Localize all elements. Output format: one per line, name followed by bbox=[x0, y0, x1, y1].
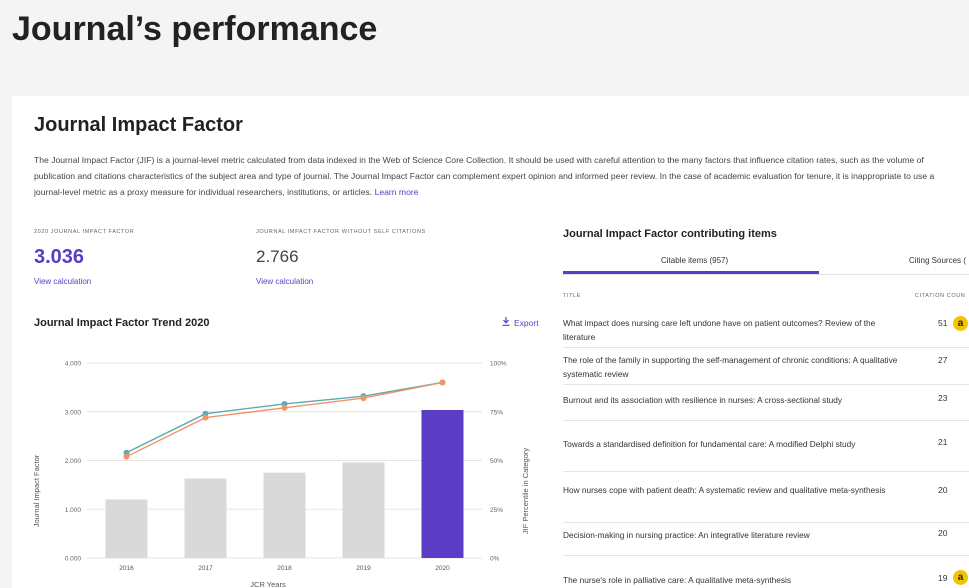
series-point-2 bbox=[281, 404, 288, 411]
page-title: Journal’s performance bbox=[12, 10, 378, 48]
x-tick-label: 2016 bbox=[119, 565, 134, 572]
active-tab-indicator bbox=[563, 271, 819, 274]
export-label: Export bbox=[514, 317, 539, 328]
row-count: 20 bbox=[938, 485, 948, 495]
table-row[interactable]: Burnout and its association with resilie… bbox=[563, 385, 969, 421]
series-line-1 bbox=[126, 381, 443, 454]
bar-2016 bbox=[105, 499, 148, 558]
jif-no-self-label: Journal Impact Factor without self citat… bbox=[256, 229, 426, 235]
table-row[interactable]: Towards a standardised definition for fu… bbox=[563, 421, 969, 472]
export-button[interactable]: Export bbox=[502, 317, 539, 328]
col-header-title: Title bbox=[563, 293, 581, 299]
contrib-tabs: Citable items (957) Citing Sources ( bbox=[563, 250, 969, 275]
col-header-citation-count: Citation coun bbox=[915, 293, 966, 299]
row-count: 23 bbox=[938, 393, 948, 403]
series-point-2 bbox=[360, 395, 367, 402]
x-tick-label: 2020 bbox=[435, 565, 450, 572]
bar-2017 bbox=[184, 478, 227, 558]
bar-2020 bbox=[421, 409, 464, 558]
trend-title: Journal Impact Factor Trend 2020 bbox=[34, 317, 210, 329]
jif-description: The Journal Impact Factor (JIF) is a jou… bbox=[34, 152, 964, 200]
jif-no-self-value: 2.766 bbox=[256, 247, 299, 266]
jif-trend-chart: 0.000 0% 1.000 25% 2.000 50% 3.000 75% 4.000 100%… bbox=[32, 361, 530, 588]
y-tick-label: 2.000 bbox=[65, 458, 82, 465]
series-line-2 bbox=[126, 381, 443, 458]
download-icon bbox=[502, 317, 510, 328]
description-text: The Journal Impact Factor (JIF) is a jou… bbox=[34, 155, 935, 197]
section-title: Journal Impact Factor bbox=[34, 114, 243, 136]
row-title[interactable]: How nurses cope with patient death: A sy… bbox=[563, 483, 903, 497]
row-title[interactable]: The role of the family in supporting the… bbox=[563, 353, 903, 381]
table-row[interactable]: How nurses cope with patient death: A sy… bbox=[563, 472, 969, 523]
y-right-tick-label: 75% bbox=[490, 409, 503, 416]
series-point-2 bbox=[123, 453, 130, 460]
row-title[interactable]: Towards a standardised definition for fu… bbox=[563, 437, 903, 451]
x-axis-label: JCR Years bbox=[250, 580, 286, 588]
table-row[interactable]: The role of the family in supporting the… bbox=[563, 348, 969, 385]
tab-citing-sources[interactable]: Citing Sources ( bbox=[909, 256, 966, 265]
contrib-title: Journal Impact Factor contributing items bbox=[563, 228, 777, 240]
altmetric-badge-icon[interactable]: a bbox=[953, 316, 968, 331]
row-title[interactable]: Burnout and its association with resilie… bbox=[563, 393, 903, 407]
bar-2018 bbox=[263, 472, 306, 558]
y-right-tick-label: 50% bbox=[490, 458, 503, 465]
row-count: 21 bbox=[938, 437, 948, 447]
series-point-2 bbox=[202, 414, 209, 421]
y-tick-label: 1.000 bbox=[65, 507, 82, 514]
row-count: 27 bbox=[938, 355, 948, 365]
row-title[interactable]: Decision-making in nursing practice: An … bbox=[563, 528, 903, 542]
jif-value: 3.036 bbox=[34, 246, 85, 268]
learn-more-link[interactable]: Learn more bbox=[375, 187, 419, 197]
x-tick-label: 2018 bbox=[277, 565, 292, 572]
row-count: 51 bbox=[938, 318, 948, 328]
y-right-tick-label: 100% bbox=[490, 361, 507, 368]
y-axis-label: Journal Impact Factor bbox=[32, 454, 41, 527]
tab-citable-items[interactable]: Citable items (957) bbox=[661, 256, 728, 265]
x-tick-label: 2017 bbox=[198, 565, 213, 572]
y-right-tick-label: 0% bbox=[490, 556, 500, 563]
y-right-tick-label: 25% bbox=[490, 507, 503, 514]
bar-2019 bbox=[342, 462, 385, 558]
row-title[interactable]: The nurse's role in palliative care: A q… bbox=[563, 573, 903, 587]
jif-no-self-view-calculation-link[interactable]: View calculation bbox=[256, 277, 313, 286]
jif-label: 2020 Journal Impact Factor bbox=[34, 229, 135, 235]
y-tick-label: 4.000 bbox=[65, 361, 82, 368]
x-tick-label: 2019 bbox=[356, 565, 371, 572]
y-tick-label: 3.000 bbox=[65, 409, 82, 416]
row-count: 19 bbox=[938, 573, 948, 583]
jif-card: Journal Impact Factor The Journal Impact… bbox=[12, 96, 969, 588]
table-row[interactable]: The nurse's role in palliative care: A q… bbox=[563, 556, 969, 588]
y-axis-right-label: JIF Percentile in Category bbox=[521, 448, 530, 535]
row-title[interactable]: What impact does nursing care left undon… bbox=[563, 316, 903, 344]
y-tick-label: 0.000 bbox=[65, 556, 82, 563]
series-point-2 bbox=[439, 379, 446, 386]
jif-view-calculation-link[interactable]: View calculation bbox=[34, 277, 91, 286]
altmetric-badge-icon[interactable]: a bbox=[953, 570, 968, 585]
row-count: 20 bbox=[938, 528, 948, 538]
table-row[interactable]: Decision-making in nursing practice: An … bbox=[563, 523, 969, 556]
table-row[interactable]: What impact does nursing care left undon… bbox=[563, 312, 969, 348]
